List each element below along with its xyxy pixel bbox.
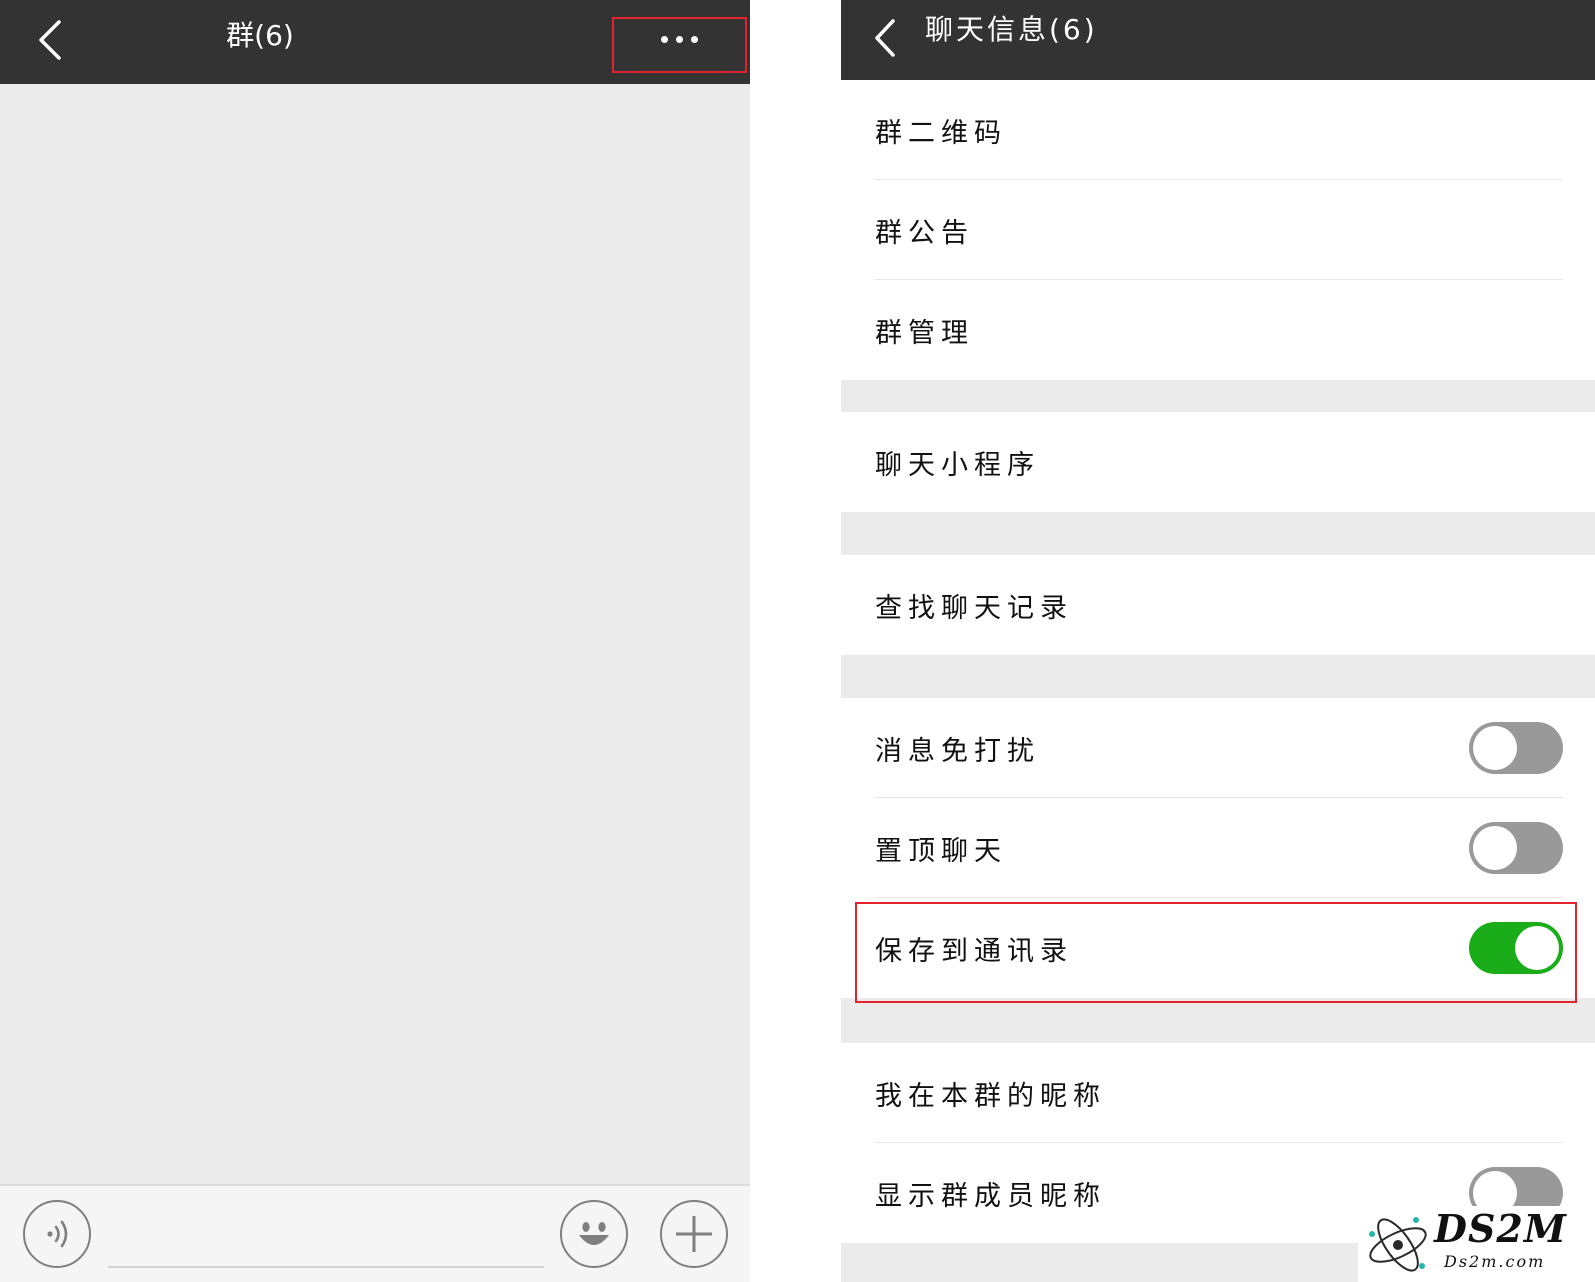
more-button[interactable] <box>612 17 747 73</box>
chat-info-header: 聊天信息(6) <box>841 0 1595 80</box>
chevron-left-icon <box>875 19 895 57</box>
mute-toggle[interactable] <box>1469 722 1563 774</box>
emoji-icon <box>579 1222 609 1245</box>
watermark: DS2M Ds2m.com <box>1358 1206 1595 1282</box>
emoji-button[interactable] <box>560 1200 628 1268</box>
row-label: 查找聊天记录 <box>875 592 1073 624</box>
settings-group-search: 查找聊天记录 <box>841 555 1595 655</box>
chat-screen: 群(6) <box>0 0 750 1282</box>
watermark-domain: Ds2m.com <box>1444 1252 1546 1271</box>
row-group-manage[interactable]: 群管理 <box>841 280 1595 380</box>
input-bar <box>0 1184 750 1282</box>
plus-button[interactable] <box>660 1200 728 1268</box>
row-label: 置顶聊天 <box>875 835 1007 867</box>
sticky-toggle[interactable] <box>1469 822 1563 874</box>
plus-icon <box>676 1216 712 1252</box>
row-label: 显示群成员昵称 <box>875 1180 1106 1212</box>
row-label: 保存到通讯录 <box>875 935 1073 967</box>
voice-icon <box>47 1220 68 1248</box>
more-dots-icon <box>661 35 698 43</box>
row-search-history[interactable]: 查找聊天记录 <box>841 555 1595 655</box>
row-label: 聊天小程序 <box>875 449 1040 481</box>
atom-logo-icon <box>1369 1217 1427 1272</box>
chevron-left-icon <box>39 20 61 60</box>
row-sticky: 置顶聊天 <box>841 798 1595 898</box>
watermark-brand: DS2M <box>1434 1206 1567 1251</box>
row-mute: 消息免打扰 <box>841 698 1595 798</box>
settings-group-miniprogram: 聊天小程序 <box>841 412 1595 512</box>
chat-title: 群(6) <box>226 19 294 52</box>
row-save-to-contacts: 保存到通讯录 <box>841 898 1595 998</box>
message-list[interactable] <box>0 84 750 1184</box>
settings-group-toggles: 消息免打扰 置顶聊天 保存到通讯录 <box>841 698 1595 1003</box>
save-to-contacts-toggle[interactable] <box>1469 922 1563 974</box>
row-group-qrcode[interactable]: 群二维码 <box>841 80 1595 180</box>
back-button[interactable] <box>22 12 78 68</box>
row-chat-miniprogram[interactable]: 聊天小程序 <box>841 412 1595 512</box>
chat-info-screen: 聊天信息(6) 群二维码 群公告 群管理 聊天小程序 查找聊天记录 消息免打扰 <box>841 0 1595 1282</box>
voice-button[interactable] <box>23 1200 91 1268</box>
row-label: 群二维码 <box>875 117 1007 149</box>
row-my-nickname[interactable]: 我在本群的昵称 <box>841 1043 1595 1143</box>
row-group-notice[interactable]: 群公告 <box>841 180 1595 280</box>
chat-info-title: 聊天信息(6) <box>925 13 1098 46</box>
row-label: 群管理 <box>875 317 974 349</box>
settings-group-group: 群二维码 群公告 群管理 <box>841 80 1595 380</box>
row-label: 我在本群的昵称 <box>875 1080 1106 1112</box>
row-label: 群公告 <box>875 217 974 249</box>
back-button[interactable] <box>863 10 907 66</box>
row-label: 消息免打扰 <box>875 735 1040 767</box>
chat-header: 群(6) <box>0 0 750 84</box>
message-input[interactable] <box>108 1266 544 1268</box>
